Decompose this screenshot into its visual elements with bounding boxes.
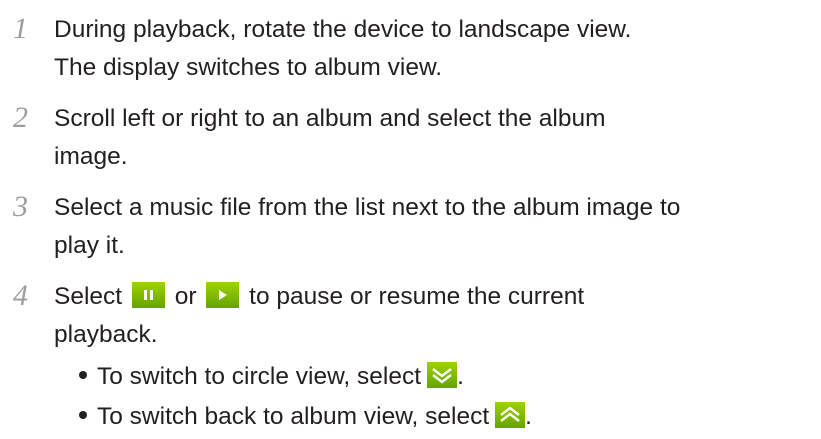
step-text-before-pause: Select: [54, 283, 123, 310]
instruction-page: 1 During playback, rotate the device to …: [0, 0, 821, 439]
step-text-line: Scroll left or right to an album and sel…: [54, 105, 606, 132]
double-chevron-down-icon: [427, 362, 458, 388]
bullet-dot: [79, 411, 87, 419]
step-text-line: During playback, rotate the device to la…: [54, 16, 632, 43]
bullet-dot: [79, 371, 87, 379]
bullet-item-album-view: To switch back to album view, select.: [79, 402, 532, 432]
bullet-item-circle-view: To switch to circle view, select.: [79, 362, 464, 392]
step-text-or: or: [174, 283, 197, 310]
step-text-line: Select a music file from the list next t…: [54, 194, 681, 221]
pause-icon: [131, 282, 165, 308]
step-number: 4: [13, 279, 28, 312]
bullet-period: .: [525, 403, 532, 430]
double-chevron-up-icon: [495, 402, 526, 428]
play-icon: [206, 282, 240, 308]
step-number: 3: [13, 190, 28, 223]
step-number: 1: [13, 12, 28, 45]
step-text-line: play it.: [54, 232, 125, 259]
bullet-text: To switch back to album view, select: [97, 403, 490, 430]
step-text-line: playback.: [54, 321, 158, 348]
step-text-after-play: to pause or resume the current: [249, 283, 585, 310]
bullet-text: To switch to circle view, select: [97, 363, 422, 390]
step-number: 2: [13, 101, 28, 134]
step-text-line: The display switches to album view.: [54, 54, 443, 81]
step-text-line: image.: [54, 143, 128, 170]
bullet-period: .: [457, 363, 464, 390]
step-text-line: Select or to pause or resume the current: [54, 282, 584, 312]
